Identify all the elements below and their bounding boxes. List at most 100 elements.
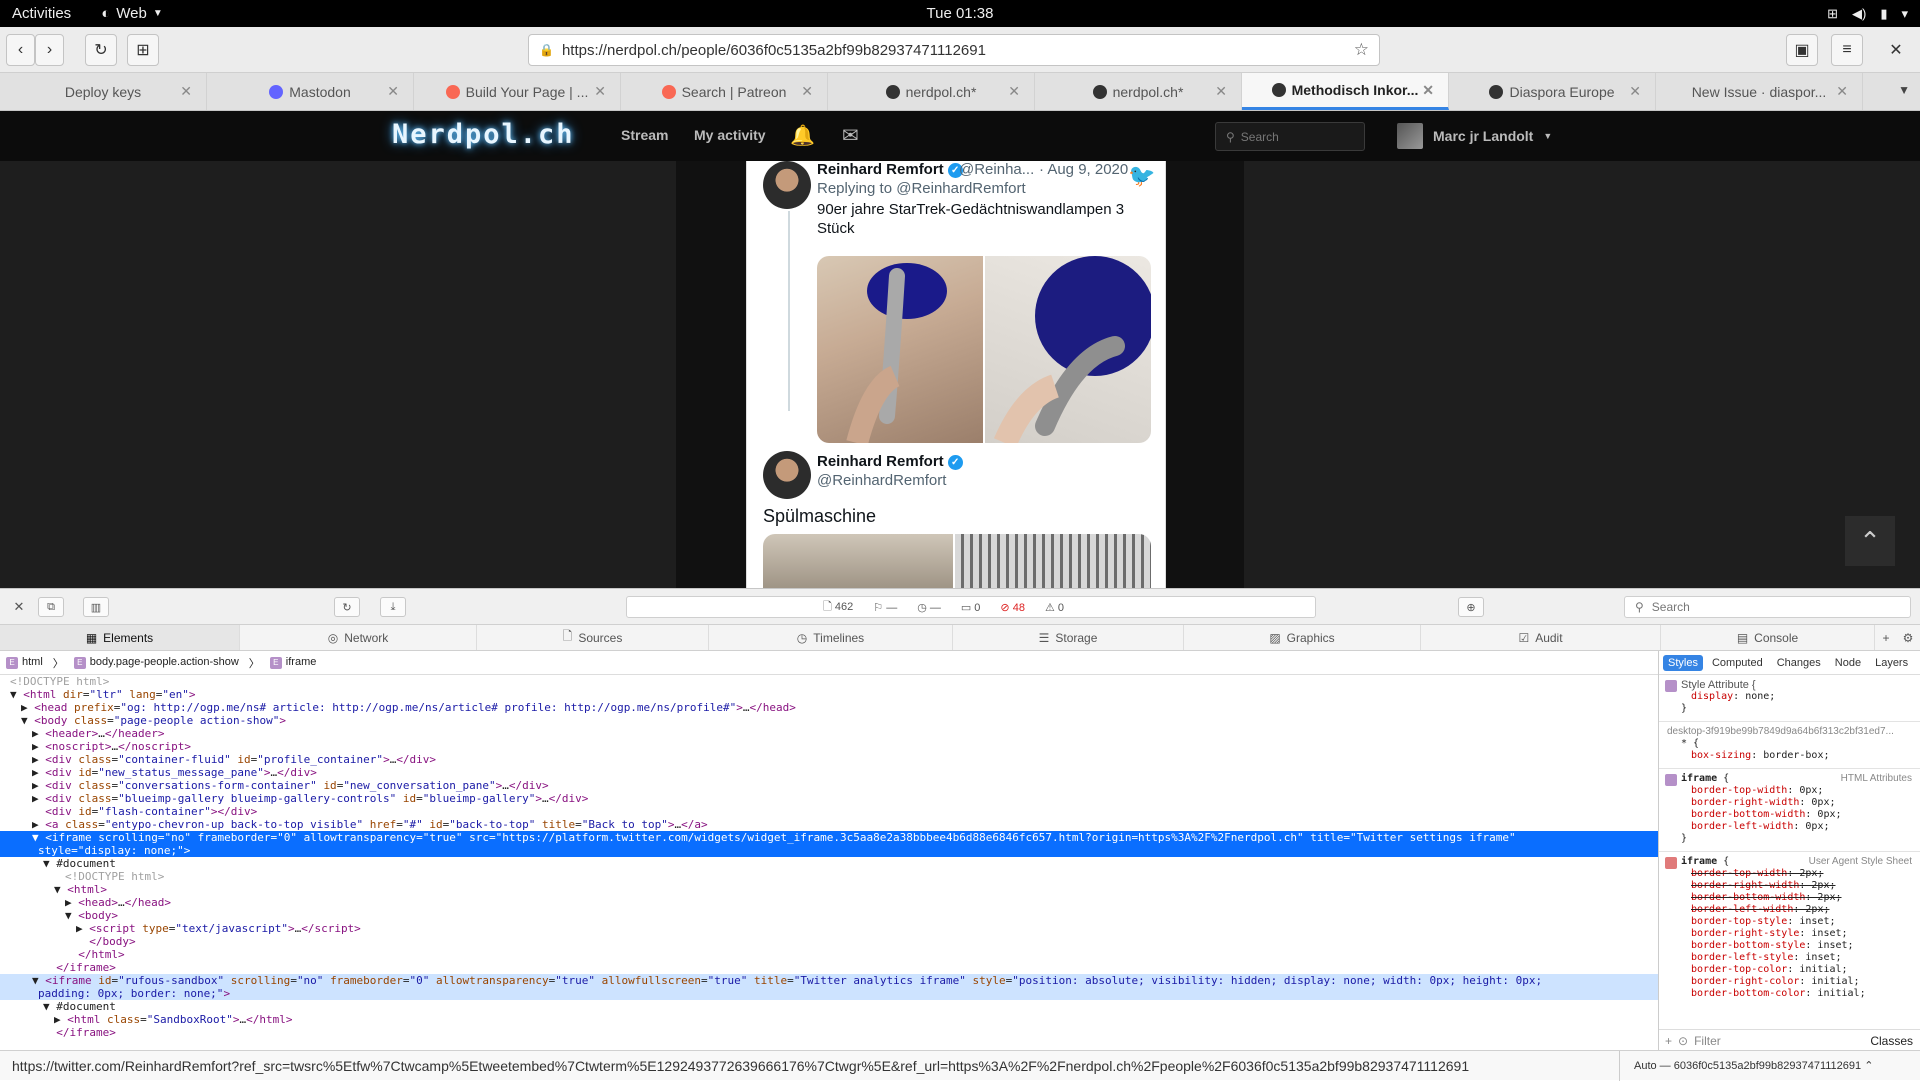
tab[interactable]: New Issue · diaspor... ✕ <box>1656 73 1863 110</box>
tab[interactable]: nerdpol.ch* ✕ <box>1035 73 1242 110</box>
close-icon[interactable]: ✕ <box>180 83 192 100</box>
plus-icon[interactable]: + <box>1665 1034 1672 1048</box>
reload-page-button[interactable]: ↻ <box>334 597 360 617</box>
bookmark-star-icon[interactable]: ☆ <box>1354 40 1369 60</box>
tweet-author-handle[interactable]: @ReinhardRemfort <box>817 472 946 489</box>
dom-node[interactable]: </iframe> <box>0 1026 1658 1039</box>
tabs-overflow-button[interactable]: ▼ <box>1898 83 1910 97</box>
close-icon[interactable]: ✕ <box>1215 83 1227 100</box>
dom-node[interactable]: ▶ <header>…</header> <box>0 727 1658 740</box>
style-rule[interactable]: Style Attribute { display: none; } <box>1659 675 1920 722</box>
tweet-date[interactable]: · Aug 9, 2020 <box>1039 161 1128 178</box>
stylesheet-link[interactable]: desktop-3f919be99b7849d9a64b6f313c2bf31e… <box>1667 726 1912 738</box>
nav-my-activity-link[interactable]: My activity <box>694 127 766 143</box>
back-button[interactable]: ‹ <box>6 34 35 66</box>
dom-node[interactable]: ▶ <html class="SandboxRoot">…</html> <box>0 1013 1658 1026</box>
close-icon[interactable]: ✕ <box>594 83 606 100</box>
tab-graphics[interactable]: ▨ Graphics <box>1184 625 1421 650</box>
clock[interactable]: Tue 01:38 <box>927 5 994 22</box>
dom-node[interactable]: ▶ <div class="blueimp-gallery blueimp-ga… <box>0 792 1658 805</box>
dom-node[interactable]: ▼ <html dir="ltr" lang="en"> <box>0 688 1658 701</box>
dom-node[interactable]: ▶ <div class="conversations-form-contain… <box>0 779 1658 792</box>
dom-node[interactable]: ▶ <head prefix="og: http://ogp.me/ns# ar… <box>0 701 1658 714</box>
tab[interactable]: Deploy keys ✕ <box>0 73 207 110</box>
breadcrumb-item[interactable]: Eiframe <box>269 656 316 669</box>
downloads-button[interactable]: ▣ <box>1786 34 1818 66</box>
style-property[interactable]: border-right-width: 2px; <box>1681 880 1912 892</box>
tab-styles[interactable]: Styles <box>1663 654 1703 671</box>
tab-timelines[interactable]: ◷ Timelines <box>709 625 953 650</box>
close-icon[interactable]: ✕ <box>1629 83 1641 100</box>
dom-node[interactable]: ▶ <div class="container-fluid" id="profi… <box>0 753 1658 766</box>
execution-context-select[interactable]: Auto — 6036f0c5135a2bf99b82937471112691 … <box>1620 1059 1873 1072</box>
forward-button[interactable]: › <box>35 34 64 66</box>
dom-node[interactable]: </iframe> <box>0 961 1658 974</box>
dashboard[interactable]: 🗋 462 ⚐ — ◷ — ▭ 0 ⊘ 48 ⚠ 0 <box>626 596 1316 618</box>
tab-layers[interactable]: Layers <box>1870 655 1913 671</box>
style-property[interactable]: border-top-width: 2px; <box>1681 868 1912 880</box>
address-bar[interactable]: 🔒 https://nerdpol.ch/people/6036f0c5135a… <box>528 34 1380 66</box>
style-property[interactable]: border-right-width: 0px; <box>1681 797 1912 809</box>
style-property[interactable]: border-right-color: initial; <box>1681 976 1912 988</box>
style-property[interactable]: display: none; <box>1681 691 1912 703</box>
close-icon[interactable]: ✕ <box>1422 82 1434 99</box>
classes-toggle[interactable]: Classes <box>1870 1034 1913 1048</box>
inspector-search-input[interactable]: ⚲ Search <box>1624 596 1911 618</box>
tab-node[interactable]: Node <box>1830 655 1866 671</box>
twitter-bird-icon[interactable]: 🐦 <box>1128 163 1155 189</box>
style-property[interactable]: border-bottom-color: initial; <box>1681 988 1912 1000</box>
dom-node[interactable]: ▼ <body class="page-people action-show"> <box>0 714 1658 727</box>
activities-button[interactable]: Activities <box>12 5 71 22</box>
tab-elements[interactable]: ▦ Elements <box>0 625 240 650</box>
style-property[interactable]: border-left-style: inset; <box>1681 952 1912 964</box>
add-tab-button[interactable]: + <box>1875 625 1897 650</box>
replying-to[interactable]: Replying to @ReinhardRemfort <box>817 180 1026 197</box>
dom-node[interactable]: ▼ <body> <box>0 909 1658 922</box>
tweet-photo-lamp-1[interactable] <box>817 256 983 443</box>
dom-node[interactable]: ▶ <noscript>…</noscript> <box>0 740 1658 753</box>
dom-node[interactable]: ▼ #document <box>0 857 1658 870</box>
dom-node[interactable]: ▼ <html> <box>0 883 1658 896</box>
style-property[interactable]: border-top-style: inset; <box>1681 916 1912 928</box>
tab-network[interactable]: ◎ Network <box>240 625 477 650</box>
dom-node[interactable]: ▶ <head>…</head> <box>0 896 1658 909</box>
dom-node[interactable]: <!DOCTYPE html> <box>0 675 1658 688</box>
embedded-tweet[interactable]: Reinhard Remfort ✓ @Reinha... · Aug 9, 20… <box>746 161 1166 588</box>
style-property[interactable]: box-sizing: border-box; <box>1667 750 1912 762</box>
close-icon[interactable]: ✕ <box>1836 83 1848 100</box>
app-menu[interactable]: ◐ Web ▼ <box>101 5 163 22</box>
tab[interactable]: Build Your Page | ... ✕ <box>414 73 621 110</box>
tab[interactable]: nerdpol.ch* ✕ <box>828 73 1035 110</box>
dom-node[interactable]: ▶ <div id="new_status_message_pane">…</d… <box>0 766 1658 779</box>
dom-node[interactable]: </html> <box>0 948 1658 961</box>
style-rule[interactable]: desktop-3f919be99b7849d9a64b6f313c2bf31e… <box>1659 722 1920 769</box>
dom-node[interactable]: ▼ #document <box>0 1000 1658 1013</box>
reload-button[interactable]: ↻ <box>85 34 117 66</box>
style-property[interactable]: border-left-width: 2px; <box>1681 904 1912 916</box>
bell-icon[interactable]: 🔔 <box>790 123 815 148</box>
style-property[interactable]: border-top-width: 0px; <box>1681 785 1912 797</box>
settings-button[interactable]: ⚙ <box>1897 625 1919 650</box>
tweet-author-name[interactable]: Reinhard Remfort ✓ <box>817 453 963 470</box>
style-property[interactable]: border-bottom-width: 0px; <box>1681 809 1912 821</box>
tab-active[interactable]: Methodisch Inkor... ✕ <box>1242 73 1449 110</box>
tab-changes[interactable]: Changes <box>1772 655 1826 671</box>
detach-button[interactable]: ⧉ <box>38 597 64 617</box>
tweet-photo-dishwasher[interactable] <box>955 534 1151 588</box>
style-property[interactable]: border-top-color: initial; <box>1681 964 1912 976</box>
avatar[interactable] <box>763 161 811 209</box>
envelope-icon[interactable]: ✉ <box>842 123 859 148</box>
main-menu-button[interactable]: ≡ <box>1831 34 1863 66</box>
download-archive-button[interactable]: ⤓ <box>380 597 406 617</box>
site-search-input[interactable]: ⚲ Search <box>1215 122 1365 151</box>
user-menu[interactable]: Marc jr Landolt ▼ <box>1397 123 1552 149</box>
filter-input[interactable]: Filter <box>1694 1034 1721 1048</box>
style-property[interactable]: border-bottom-style: inset; <box>1681 940 1912 952</box>
dom-node[interactable]: padding: 0px; border: none;"> <box>0 987 1658 1000</box>
style-rule[interactable]: HTML Attributes iframe { border-top-widt… <box>1659 769 1920 852</box>
dock-side-button[interactable]: ▥ <box>83 597 109 617</box>
tab[interactable]: Diaspora Europe ✕ <box>1449 73 1656 110</box>
close-icon[interactable]: ✕ <box>801 83 813 100</box>
style-property[interactable]: border-right-style: inset; <box>1681 928 1912 940</box>
tab[interactable]: Mastodon ✕ <box>207 73 414 110</box>
